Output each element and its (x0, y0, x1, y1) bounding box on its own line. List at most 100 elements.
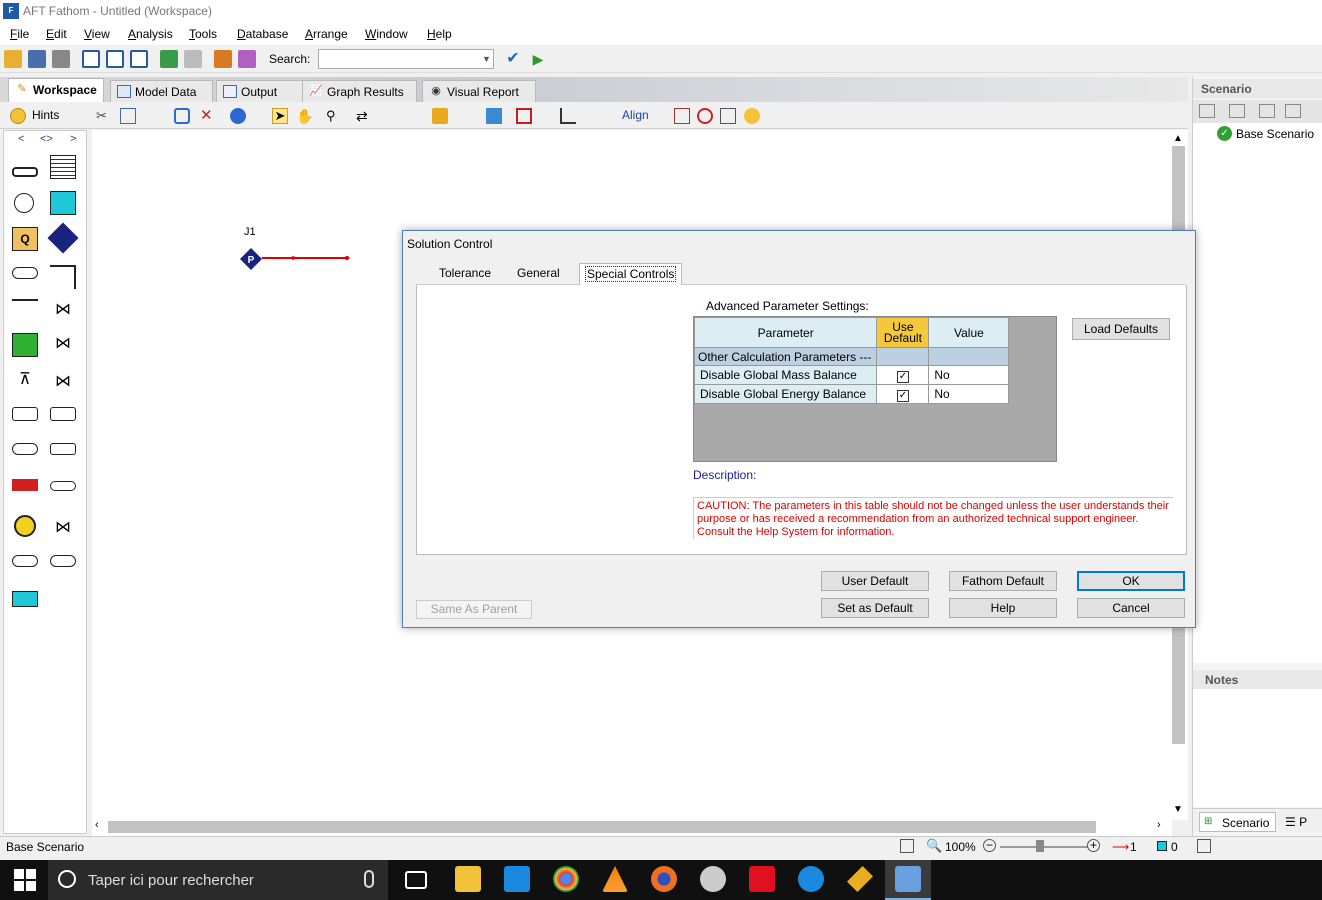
microphone-icon[interactable] (364, 870, 374, 888)
layout-vertical-icon[interactable] (106, 50, 124, 68)
menu-view[interactable]: View (84, 27, 110, 41)
tab-special-controls[interactable]: Special Controls (579, 263, 683, 285)
area-change-tool-icon[interactable] (12, 267, 38, 279)
search-input[interactable] (318, 49, 494, 69)
assigned-pressure-tool-icon[interactable] (47, 222, 79, 254)
store-icon[interactable] (504, 866, 530, 892)
pump-heater-tool-icon[interactable] (12, 479, 38, 491)
table-row-use-default[interactable]: ✓ (876, 384, 930, 404)
use-default-checkbox[interactable]: ✓ (896, 389, 909, 402)
teamviewer-icon[interactable] (798, 866, 824, 892)
fathom-default-button[interactable]: Fathom Default (949, 571, 1057, 591)
menu-help[interactable]: Help (427, 27, 452, 41)
menu-database[interactable]: Database (237, 27, 288, 41)
zoom-out-icon[interactable]: − (983, 839, 996, 852)
zoom-icon[interactable]: 🔍 (926, 838, 942, 854)
lock-icon[interactable] (432, 108, 448, 124)
assigned-flow-tool-icon[interactable]: Q (12, 227, 38, 251)
tab-properties-panel[interactable]: ☰ P (1285, 815, 1307, 829)
screen-tool-icon[interactable] (12, 443, 38, 455)
check-run-icon[interactable]: ✔ (504, 50, 522, 68)
task-view-icon[interactable] (405, 871, 427, 889)
hints-button[interactable]: Hints (8, 107, 59, 125)
checklist-icon[interactable] (214, 50, 232, 68)
idea-bulb-icon[interactable] (744, 108, 760, 124)
assigned-pressure-junction[interactable]: P (240, 248, 262, 270)
snipping-tool-icon[interactable] (700, 866, 726, 892)
reservoir-tool-icon[interactable] (50, 191, 76, 215)
tab-model-data[interactable]: Model Data (110, 80, 213, 102)
pan-hand-icon[interactable]: ✋ (296, 108, 313, 124)
tab-visual-report[interactable]: ◉ Visual Report (422, 80, 536, 102)
find-binoculars-icon[interactable]: ⚲ (326, 108, 342, 124)
axis-icon[interactable] (560, 108, 576, 124)
renumber-icon[interactable] (486, 108, 502, 124)
scenario-list-icon[interactable] (1285, 104, 1301, 118)
branch-tool-icon[interactable] (14, 193, 34, 213)
spray-valve-tool-icon[interactable]: ⋈ (50, 371, 76, 395)
scroll-down-icon[interactable]: ▼ (1173, 804, 1183, 815)
bend-tool-icon[interactable] (50, 265, 76, 289)
menu-file[interactable]: File (10, 27, 29, 41)
palette-prev-button[interactable]: < (18, 133, 24, 145)
pipe-draw-icon[interactable] (516, 108, 532, 124)
run-model-icon[interactable]: ▶ (529, 50, 547, 68)
menu-analysis[interactable]: Analysis (128, 27, 173, 41)
tab-output[interactable]: Output (216, 80, 304, 102)
tab-workspace[interactable]: ✎ Workspace (8, 78, 104, 102)
heat-exchanger-tool-icon[interactable] (50, 443, 76, 455)
table-row-use-default[interactable]: ✓ (876, 365, 930, 385)
dead-end-tool-icon[interactable] (12, 407, 38, 421)
cancel-button[interactable]: Cancel (1077, 598, 1185, 618)
zoom-slider-thumb[interactable] (1036, 840, 1044, 852)
load-defaults-button[interactable]: Load Defaults (1072, 318, 1170, 340)
set-as-default-button[interactable]: Set as Default (821, 598, 929, 618)
palette-expand-button[interactable]: <> (40, 133, 53, 145)
orifice-tool-icon[interactable] (50, 407, 76, 421)
copy-icon[interactable] (120, 108, 136, 124)
layout-horizontal-icon[interactable] (130, 50, 148, 68)
menu-edit[interactable]: Edit (46, 27, 67, 41)
general-component-tool-icon[interactable]: ⋈ (50, 517, 76, 541)
new-scenario-icon[interactable] (1199, 104, 1215, 118)
user-default-button[interactable]: User Default (821, 571, 929, 591)
tab-general[interactable]: General (517, 266, 560, 280)
select-arrow-icon[interactable]: ➤ (272, 108, 288, 124)
menu-window[interactable]: Window (365, 27, 408, 41)
stop-icon[interactable] (697, 108, 713, 124)
valve-tool-icon[interactable]: ⋈ (50, 299, 76, 323)
menu-tools[interactable]: Tools (189, 27, 217, 41)
window-icon[interactable] (174, 108, 190, 124)
tab-graph-results[interactable]: 📈 Graph Results (302, 80, 417, 102)
menu-arrange[interactable]: Arrange (305, 27, 348, 41)
tee-tool-icon[interactable] (12, 299, 38, 323)
open-folder-icon[interactable] (4, 50, 22, 68)
cut-icon[interactable]: ✂ (96, 108, 112, 124)
swap-direction-icon[interactable]: ⇄ (356, 108, 372, 124)
horizontal-scroll-thumb[interactable] (108, 821, 1096, 833)
save-icon[interactable] (28, 50, 46, 68)
child-scenario-icon[interactable] (1229, 104, 1245, 118)
notes-area[interactable] (1193, 689, 1322, 807)
annotation-tool-icon[interactable] (50, 155, 76, 179)
windows-start-icon[interactable] (14, 869, 36, 891)
fit-view-icon[interactable] (900, 839, 914, 853)
use-default-checkbox[interactable]: ✓ (896, 370, 909, 383)
pipe-tool-icon[interactable] (12, 167, 38, 177)
table-row-value[interactable]: No (928, 384, 1010, 404)
scroll-left-icon[interactable]: ‹ (95, 819, 99, 831)
check-valve-tool-icon[interactable] (12, 333, 38, 357)
pump-tool-icon[interactable] (14, 515, 36, 537)
print-icon[interactable] (52, 50, 70, 68)
file-explorer-icon[interactable] (455, 866, 481, 892)
tank-tool-icon[interactable] (12, 591, 38, 607)
layout-single-icon[interactable] (82, 50, 100, 68)
tab-scenario-panel[interactable]: ⊞ Scenario (1199, 812, 1277, 832)
chrome-icon[interactable] (553, 866, 579, 892)
search-dropdown-icon[interactable]: ▼ (480, 50, 493, 68)
control-valve-tool-icon[interactable]: ⋈ (50, 333, 76, 357)
table-row-value[interactable]: No (928, 365, 1010, 385)
firefox-icon[interactable] (651, 866, 677, 892)
scenario-props-icon[interactable] (1259, 104, 1275, 118)
zoom-slider-track[interactable] (1000, 846, 1088, 848)
